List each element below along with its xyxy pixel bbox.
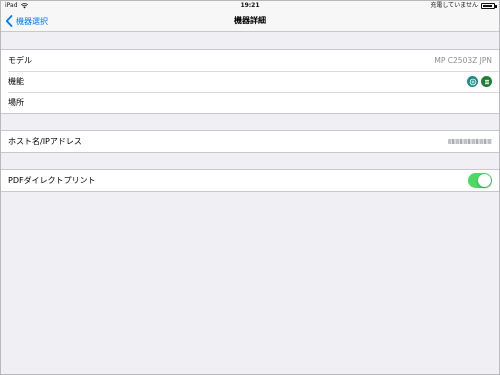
pdf-direct-print-row: PDFダイレクトプリント [1,170,499,191]
chevron-left-icon [5,15,13,27]
host-row: ホスト名/IPアドレス [1,131,499,152]
host-address-value [448,139,492,144]
host-label: ホスト名/IPアドレス [8,137,82,146]
location-row: 場所 [1,92,499,113]
function-icons [467,76,492,87]
page-title: 機器詳細 [234,16,266,25]
function-label: 機能 [8,77,24,86]
device-info-group: モデル MP C2503Z JPN 機能 場所 [1,49,499,114]
battery-tip [495,5,497,8]
print-function-icon [467,76,478,87]
back-button[interactable]: 機器選択 [5,13,48,29]
status-bar: iPad 19:21 充電していません [1,1,499,10]
status-right: 充電していません [430,1,497,10]
battery-fill [483,5,492,7]
navigation-bar: 機器詳細 機器選択 [1,10,499,32]
back-label: 機器選択 [16,16,48,26]
pdf-direct-print-toggle[interactable] [468,173,492,188]
location-label: 場所 [8,98,24,107]
function-row: 機能 [1,71,499,92]
status-time: 19:21 [240,2,260,9]
model-label: モデル [8,56,32,65]
charging-status: 充電していません [430,2,478,9]
toggle-knob [478,174,491,187]
battery-icon [481,3,497,9]
screen: iPad 19:21 充電していません 機器詳細 機器選択 モデル MP C25… [1,1,499,374]
pdf-direct-print-label: PDFダイレクトプリント [8,176,96,185]
model-value: MP C2503Z JPN [434,56,492,65]
network-group: ホスト名/IPアドレス [1,130,499,153]
scan-function-icon [481,76,492,87]
pdf-group: PDFダイレクトプリント [1,169,499,192]
model-row: モデル MP C2503Z JPN [1,50,499,71]
